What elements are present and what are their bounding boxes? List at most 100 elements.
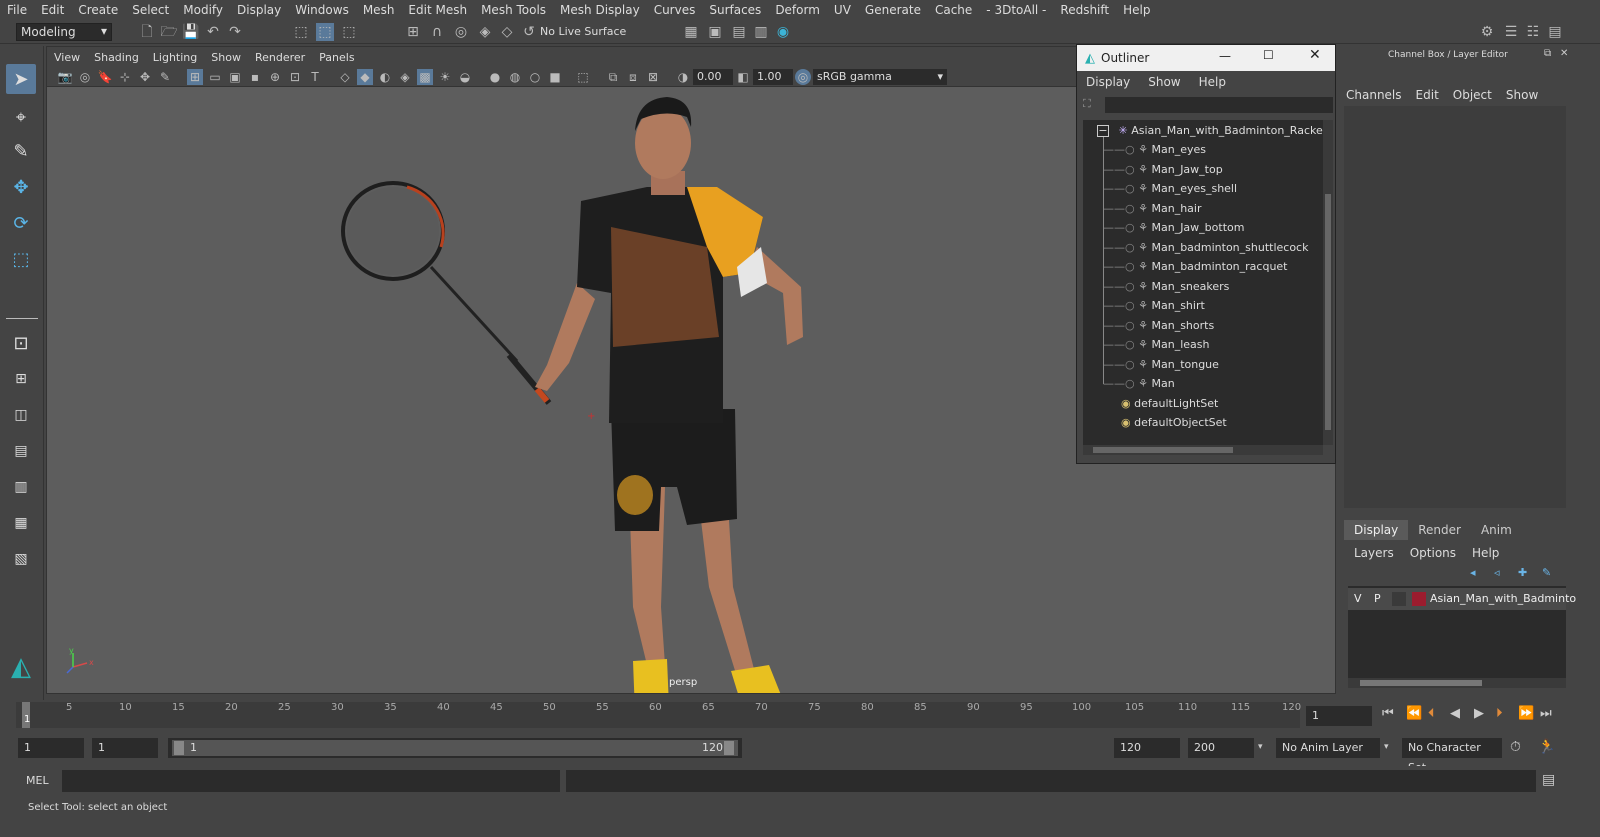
chevron-down-icon[interactable]: ▾ <box>1384 742 1389 752</box>
menu-windows[interactable]: Windows <box>288 3 356 17</box>
go-to-end-icon[interactable]: ⏭ <box>1540 706 1552 721</box>
close-icon[interactable]: ✕ <box>1309 47 1321 63</box>
textured-icon[interactable]: ▩ <box>417 69 433 85</box>
ipr-render-icon[interactable]: ▤ <box>730 23 748 41</box>
render-view-icon[interactable]: ▥ <box>752 23 770 41</box>
snap-point-icon[interactable]: ◎ <box>452 23 470 41</box>
menu-mesh[interactable]: Mesh <box>356 3 402 17</box>
select-object-icon[interactable]: ⬚ <box>316 23 334 41</box>
select-tool-icon[interactable]: ➤ <box>6 64 36 94</box>
hypershade-pane-icon[interactable]: ▦ <box>6 508 36 538</box>
layer-visibility-toggle[interactable]: V <box>1354 592 1362 605</box>
menu-curves[interactable]: Curves <box>647 3 703 17</box>
move-tool-icon[interactable]: ✥ <box>6 172 36 202</box>
tab-display[interactable]: Display <box>1344 520 1409 540</box>
outliner-menu-display[interactable]: Display <box>1077 75 1139 89</box>
xray-components-icon[interactable]: ⧈ <box>625 69 641 85</box>
cb-menu-object[interactable]: Object <box>1453 88 1492 102</box>
tree-item-man-racquet[interactable]: ——○ ⚘ Man_badminton_racquet <box>1103 258 1288 276</box>
anti-alias-icon[interactable]: ○ <box>527 69 543 85</box>
time-slider[interactable]: 1 5 10 15 20 25 30 35 40 45 50 55 60 65 … <box>0 700 1600 732</box>
tab-render[interactable]: Render <box>1408 520 1471 540</box>
gamma-icon[interactable]: ◧ <box>735 69 751 85</box>
modeling-toolkit-icon[interactable]: ⚙ <box>1478 23 1496 41</box>
image-plane-icon[interactable]: ⊹ <box>117 69 133 85</box>
color-management-icon[interactable]: ◎ <box>795 69 811 85</box>
undo-icon[interactable]: ↶ <box>204 23 222 41</box>
gamma-field[interactable]: 1.00 <box>753 69 793 85</box>
menu-surfaces[interactable]: Surfaces <box>702 3 768 17</box>
prev-key-icon[interactable]: ⏴ <box>1428 706 1435 721</box>
camera-icon[interactable]: 📷 <box>57 69 73 85</box>
menu-cache[interactable]: Cache <box>928 3 979 17</box>
tree-item-default-object-set[interactable]: ◉ defaultObjectSet <box>1121 414 1227 432</box>
play-backward-icon[interactable]: ◀ <box>1450 706 1460 721</box>
range-end-handle[interactable] <box>724 741 734 755</box>
menu-help[interactable]: Help <box>1116 3 1157 17</box>
snap-grid-icon[interactable]: ⊞ <box>404 23 422 41</box>
single-pane-icon[interactable]: ⊡ <box>6 328 36 358</box>
xray-joints-icon[interactable]: ⧉ <box>605 69 621 85</box>
film-gate-icon[interactable]: ▭ <box>207 69 223 85</box>
cb-menu-show[interactable]: Show <box>1506 88 1538 102</box>
range-slider-bar[interactable] <box>172 740 738 756</box>
playback-start-field[interactable]: 1 <box>92 738 158 758</box>
frame-all-icon[interactable]: ⊠ <box>645 69 661 85</box>
tree-item-man-leash[interactable]: ——○ ⚘ Man_leash <box>1103 336 1209 354</box>
lights-icon[interactable]: ☀ <box>437 69 453 85</box>
layer-display-type[interactable] <box>1392 592 1406 606</box>
layer-row[interactable]: V P Asian_Man_with_Badminto <box>1348 588 1576 610</box>
grid-icon[interactable]: ⊞ <box>187 69 203 85</box>
collapse-icon[interactable]: − <box>1097 125 1109 137</box>
menu-edit-mesh[interactable]: Edit Mesh <box>401 3 474 17</box>
vp-menu-lighting[interactable]: Lighting <box>146 51 204 64</box>
menu-select[interactable]: Select <box>125 3 176 17</box>
outliner-horizontal-scrollbar[interactable] <box>1083 445 1323 455</box>
layer-menu-help[interactable]: Help <box>1472 546 1499 560</box>
mel-input[interactable] <box>62 770 560 792</box>
cb-menu-edit[interactable]: Edit <box>1416 88 1439 102</box>
vp-menu-view[interactable]: View <box>47 51 87 64</box>
new-layer-selected-icon[interactable]: ✎ <box>1542 566 1551 579</box>
render-frame-icon[interactable]: ▣ <box>706 23 724 41</box>
tree-item-man-sneakers[interactable]: ——○ ⚘ Man_sneakers <box>1103 278 1229 296</box>
menu-mesh-display[interactable]: Mesh Display <box>553 3 647 17</box>
layer-hscrollbar[interactable] <box>1348 678 1566 688</box>
character-set-dropdown[interactable]: No Character Set <box>1402 738 1502 774</box>
layer-menu-options[interactable]: Options <box>1410 546 1456 560</box>
search-filter-icon[interactable]: ⛶ <box>1083 97 1091 111</box>
gate-mask-icon[interactable]: ▪ <box>247 69 263 85</box>
redshift-icon[interactable]: ◉ <box>774 23 792 41</box>
layer-menu-layers[interactable]: Layers <box>1354 546 1394 560</box>
mode-dropdown[interactable]: Modeling ▾ <box>16 23 112 41</box>
menu-generate[interactable]: Generate <box>858 3 928 17</box>
outliner-vertical-scrollbar[interactable] <box>1323 120 1333 445</box>
time-slider-track[interactable]: 1 5 10 15 20 25 30 35 40 45 50 55 60 65 … <box>16 702 1301 728</box>
maximize-icon[interactable]: ☐ <box>1263 48 1274 62</box>
safe-action-icon[interactable]: ⊡ <box>287 69 303 85</box>
step-forward-icon[interactable]: ⏩ <box>1518 706 1534 721</box>
tree-root-item[interactable]: − ✳ Asian_Man_with_Badminton_Racket <box>1097 122 1327 140</box>
tree-item-man-hair[interactable]: ——○ ⚘ Man_hair <box>1103 200 1201 218</box>
go-to-start-icon[interactable]: ⏮ <box>1382 706 1394 721</box>
outliner-search-input[interactable] <box>1105 97 1333 113</box>
panel-float-icon[interactable]: ⧉ <box>1544 48 1551 59</box>
tree-item-man-eyes-shell[interactable]: ——○ ⚘ Man_eyes_shell <box>1103 180 1237 198</box>
menu-redshift[interactable]: Redshift <box>1053 3 1116 17</box>
field-chart-icon[interactable]: ⊕ <box>267 69 283 85</box>
next-key-icon[interactable]: ⏵ <box>1496 706 1503 721</box>
wireframe-icon[interactable]: ◇ <box>337 69 353 85</box>
animation-end-field[interactable]: 200 <box>1188 738 1254 758</box>
outliner-vscroll-thumb[interactable] <box>1325 194 1331 430</box>
tree-item-man[interactable]: ——○ ⚘ Man <box>1103 375 1175 393</box>
render-settings-icon[interactable]: ▦ <box>682 23 700 41</box>
layer-color-swatch[interactable] <box>1412 592 1426 606</box>
smooth-shade-icon[interactable]: ◆ <box>357 69 373 85</box>
menu-display[interactable]: Display <box>230 3 288 17</box>
layer-playback-toggle[interactable]: P <box>1374 592 1381 605</box>
anim-prefs-icon[interactable]: 🏃 <box>1538 739 1555 755</box>
vp-menu-panels[interactable]: Panels <box>312 51 361 64</box>
select-hierarchy-icon[interactable]: ⬚ <box>292 23 310 41</box>
attribute-editor-icon[interactable]: ☰ <box>1502 23 1520 41</box>
vp-menu-renderer[interactable]: Renderer <box>248 51 312 64</box>
